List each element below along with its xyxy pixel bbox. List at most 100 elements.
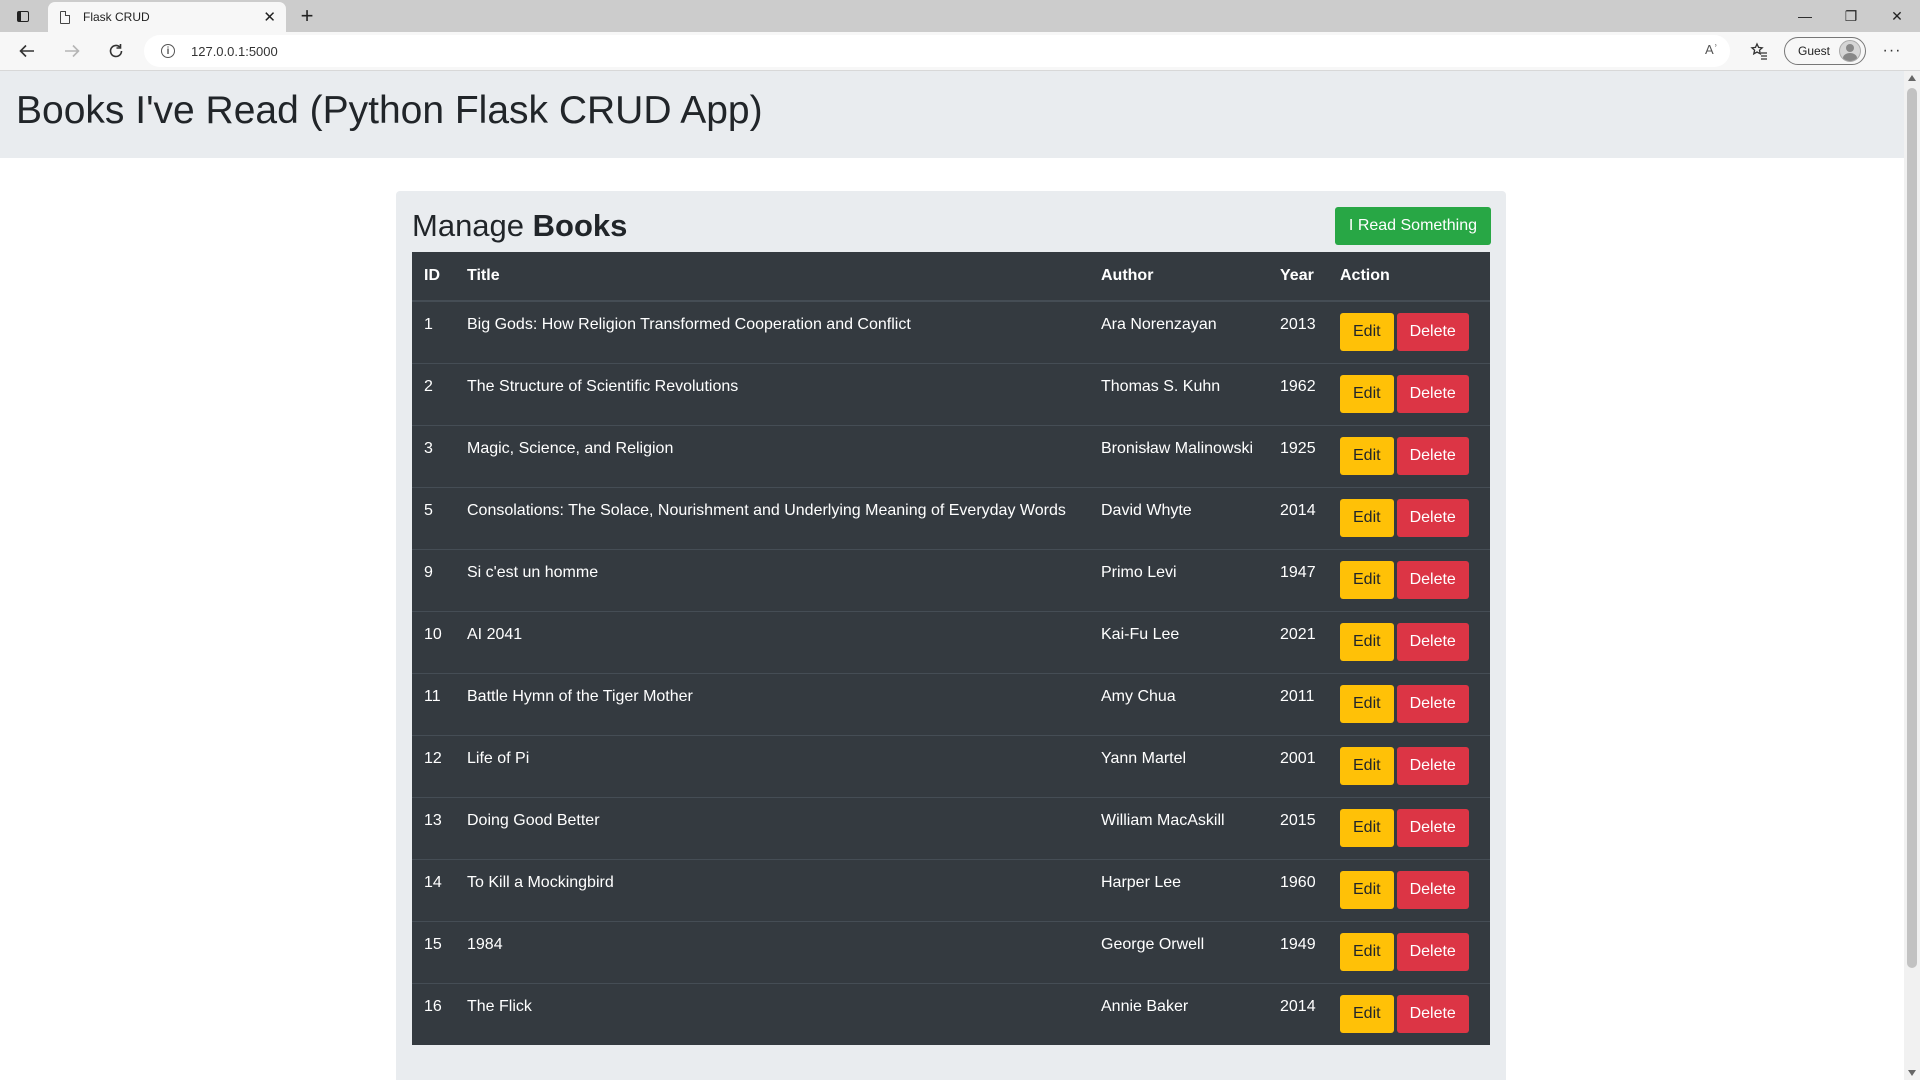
cell-year: 2011 xyxy=(1268,672,1328,735)
delete-button[interactable]: Delete xyxy=(1396,622,1469,661)
table-row: 14 To Kill a Mockingbird Harper Lee 1960 Edi… xyxy=(412,858,1490,921)
cell-year: 2014 xyxy=(1268,982,1328,1045)
cell-year: 2013 xyxy=(1268,300,1328,363)
cell-year: 2014 xyxy=(1268,486,1328,549)
close-window-button[interactable]: ✕ xyxy=(1874,0,1920,32)
cell-title: Doing Good Better xyxy=(455,796,1089,859)
scroll-up-icon[interactable] xyxy=(1908,75,1916,81)
cell-title: Battle Hymn of the Tiger Mother xyxy=(455,672,1089,735)
edit-button[interactable]: Edit xyxy=(1340,870,1394,909)
page-scrollbar[interactable] xyxy=(1904,71,1920,1080)
favorites-icon xyxy=(1750,42,1767,60)
delete-button[interactable]: Delete xyxy=(1396,994,1469,1033)
tab-actions-button[interactable] xyxy=(12,6,34,26)
read-aloud-icon[interactable]: Aʾ xyxy=(1705,42,1718,57)
cell-id: 12 xyxy=(412,734,455,797)
forward-button[interactable] xyxy=(58,37,86,65)
cell-title: Consolations: The Solace, Nourishment an… xyxy=(455,486,1089,549)
cell-action: Edit Delete xyxy=(1328,920,1490,983)
cell-author: Primo Levi xyxy=(1089,548,1268,611)
header-title: Title xyxy=(455,252,1089,302)
back-button[interactable] xyxy=(13,37,41,65)
new-tab-button[interactable]: + xyxy=(294,3,320,29)
favorites-button[interactable] xyxy=(1745,37,1773,65)
delete-button[interactable]: Delete xyxy=(1396,498,1469,537)
cell-year: 2021 xyxy=(1268,610,1328,673)
table-row: 16 The Flick Annie Baker 2014 Edit Delete xyxy=(412,982,1490,1045)
delete-button[interactable]: Delete xyxy=(1396,684,1469,723)
more-icon[interactable]: ··· xyxy=(1878,37,1906,65)
cell-author: Thomas S. Kuhn xyxy=(1089,362,1268,425)
cell-action: Edit Delete xyxy=(1328,982,1490,1045)
delete-button[interactable]: Delete xyxy=(1396,374,1469,413)
header-id: ID xyxy=(412,252,455,302)
avatar xyxy=(1839,40,1862,62)
add-book-button[interactable]: I Read Something xyxy=(1334,207,1491,245)
cell-id: 10 xyxy=(412,610,455,673)
edit-button[interactable]: Edit xyxy=(1340,498,1394,537)
delete-button[interactable]: Delete xyxy=(1396,436,1469,475)
cell-author: Harper Lee xyxy=(1089,858,1268,921)
delete-button[interactable]: Delete xyxy=(1396,746,1469,785)
edit-button[interactable]: Edit xyxy=(1340,932,1394,971)
table-row: 12 Life of Pi Yann Martel 2001 Edit Delete xyxy=(412,734,1490,797)
manage-panel: Manage Books I Read Something ID Title A… xyxy=(396,191,1506,1080)
books-table: ID Title Author Year Action 1 Big Gods: H… xyxy=(412,252,1490,1045)
cell-id: 1 xyxy=(412,300,455,363)
cell-id: 14 xyxy=(412,858,455,921)
edit-button[interactable]: Edit xyxy=(1340,808,1394,847)
browser-tab[interactable]: Flask CRUD ✕ xyxy=(48,2,286,32)
cell-id: 2 xyxy=(412,362,455,425)
scrollbar-thumb[interactable] xyxy=(1907,88,1917,968)
profile-button[interactable]: Guest xyxy=(1784,37,1866,65)
cell-id: 13 xyxy=(412,796,455,859)
restore-button[interactable]: ❐ xyxy=(1828,0,1874,32)
delete-button[interactable]: Delete xyxy=(1396,932,1469,971)
table-header-row: ID Title Author Year Action xyxy=(412,252,1490,302)
table-row: 10 AI 2041 Kai-Fu Lee 2021 Edit Delete xyxy=(412,610,1490,673)
reload-icon xyxy=(109,44,123,58)
cell-action: Edit Delete xyxy=(1328,300,1490,363)
profile-label: Guest xyxy=(1798,44,1831,58)
header-year: Year xyxy=(1268,252,1328,302)
url-text[interactable]: 127.0.0.1:5000 xyxy=(191,44,278,59)
cell-action: Edit Delete xyxy=(1328,548,1490,611)
table-row: 13 Doing Good Better William MacAskill 2015… xyxy=(412,796,1490,859)
edit-button[interactable]: Edit xyxy=(1340,560,1394,599)
delete-button[interactable]: Delete xyxy=(1396,560,1469,599)
tab-close-icon[interactable]: ✕ xyxy=(263,8,276,26)
cell-title: 1984 xyxy=(455,920,1089,983)
cell-id: 9 xyxy=(412,548,455,611)
cell-title: Life of Pi xyxy=(455,734,1089,797)
cell-year: 1960 xyxy=(1268,858,1328,921)
delete-button[interactable]: Delete xyxy=(1396,313,1469,351)
edit-button[interactable]: Edit xyxy=(1340,746,1394,785)
cell-id: 5 xyxy=(412,486,455,549)
edit-button[interactable]: Edit xyxy=(1340,374,1394,413)
reload-button[interactable] xyxy=(102,37,130,65)
back-arrow-icon xyxy=(19,44,34,58)
info-icon[interactable]: i xyxy=(161,44,175,58)
edit-button[interactable]: Edit xyxy=(1340,436,1394,475)
delete-button[interactable]: Delete xyxy=(1396,808,1469,847)
cell-year: 1947 xyxy=(1268,548,1328,611)
cell-action: Edit Delete xyxy=(1328,672,1490,735)
edit-button[interactable]: Edit xyxy=(1340,622,1394,661)
page-viewport: Books I've Read (Python Flask CRUD App) … xyxy=(0,71,1904,1080)
table-row: 9 Si c'est un homme Primo Levi 1947 Edit Dele… xyxy=(412,548,1490,611)
address-bar[interactable]: i 127.0.0.1:5000 Aʾ xyxy=(144,35,1730,67)
cell-title: AI 2041 xyxy=(455,610,1089,673)
edit-button[interactable]: Edit xyxy=(1340,313,1394,351)
delete-button[interactable]: Delete xyxy=(1396,870,1469,909)
cell-id: 3 xyxy=(412,424,455,487)
edit-button[interactable]: Edit xyxy=(1340,994,1394,1033)
cell-year: 2001 xyxy=(1268,734,1328,797)
page-icon xyxy=(60,10,70,24)
tab-strip: Flask CRUD ✕ + — ❐ ✕ xyxy=(0,0,1920,32)
edit-button[interactable]: Edit xyxy=(1340,684,1394,723)
cell-author: Kai-Fu Lee xyxy=(1089,610,1268,673)
scroll-down-icon[interactable] xyxy=(1908,1070,1916,1076)
minimize-button[interactable]: — xyxy=(1782,0,1828,32)
cell-action: Edit Delete xyxy=(1328,610,1490,673)
cell-id: 15 xyxy=(412,920,455,983)
